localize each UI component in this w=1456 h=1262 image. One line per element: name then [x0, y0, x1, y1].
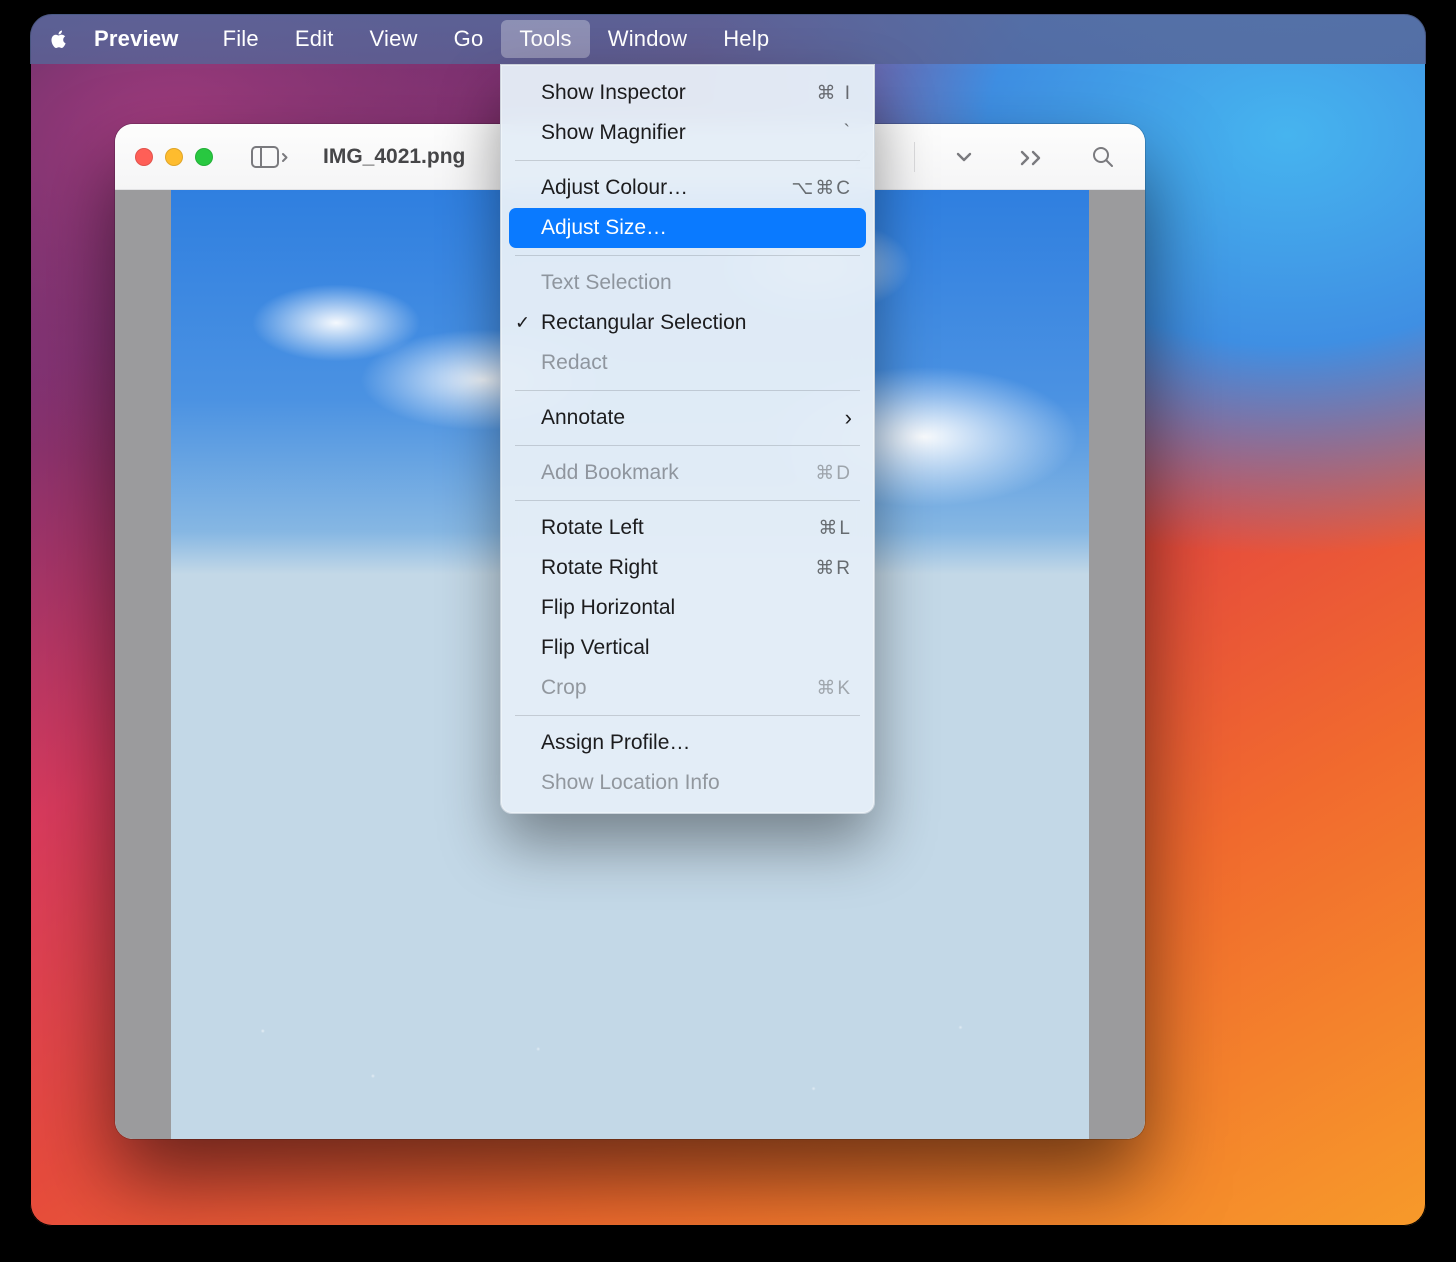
menu-item-label: Show Magnifier — [541, 121, 844, 145]
menu-item-rectangular-selection[interactable]: ✓ Rectangular Selection — [501, 303, 874, 343]
tools-dropdown-menu: Show Inspector ⌘ I Show Magnifier ` Adju… — [500, 64, 875, 814]
minimize-button[interactable] — [165, 148, 183, 166]
menu-item-shortcut: ⌘R — [815, 557, 852, 580]
menu-item-shortcut: ⌘L — [818, 517, 852, 540]
menu-item-rotate-right[interactable]: Rotate Right ⌘R — [501, 548, 874, 588]
menu-separator — [515, 255, 860, 256]
menu-item-label: Rectangular Selection — [541, 311, 852, 335]
menu-item-show-location-info: Show Location Info — [501, 763, 874, 803]
menu-separator — [515, 390, 860, 391]
search-button[interactable] — [1081, 138, 1125, 176]
menu-item-label: Text Selection — [541, 271, 852, 295]
menu-item-label: Redact — [541, 351, 852, 375]
desktop-wallpaper: Preview File Edit View Go Tools Window H… — [30, 14, 1426, 1226]
menu-item-label: Rotate Right — [541, 556, 815, 580]
menu-separator — [515, 715, 860, 716]
toolbar-chevron-down-icon[interactable] — [945, 138, 983, 176]
menu-item-shortcut: ⌘D — [815, 462, 852, 485]
menu-item-text-selection: Text Selection — [501, 263, 874, 303]
menu-item-label: Add Bookmark — [541, 461, 815, 485]
menu-separator — [515, 445, 860, 446]
menu-item-label: Show Inspector — [541, 81, 816, 105]
menu-item-label: Flip Vertical — [541, 636, 852, 660]
menu-item-redact: Redact — [501, 343, 874, 383]
menu-item-label: Adjust Colour… — [541, 176, 791, 200]
menu-item-label: Assign Profile… — [541, 731, 852, 755]
menubar-item-file[interactable]: File — [205, 20, 277, 58]
menubar-app-name[interactable]: Preview — [94, 26, 179, 52]
toolbar-overflow-button[interactable] — [1009, 138, 1055, 176]
menubar-item-edit[interactable]: Edit — [277, 20, 352, 58]
checkmark-icon: ✓ — [515, 313, 530, 334]
macos-menubar: Preview File Edit View Go Tools Window H… — [30, 14, 1426, 64]
menu-item-label: Adjust Size… — [541, 216, 852, 240]
menu-separator — [515, 160, 860, 161]
menu-item-label: Flip Horizontal — [541, 596, 852, 620]
menu-item-label: Rotate Left — [541, 516, 818, 540]
menu-item-add-bookmark: Add Bookmark ⌘D — [501, 453, 874, 493]
menu-item-crop: Crop ⌘K — [501, 668, 874, 708]
close-button[interactable] — [135, 148, 153, 166]
menu-item-annotate[interactable]: Annotate › — [501, 398, 874, 438]
window-title: IMG_4021.png — [323, 145, 465, 169]
menubar-item-view[interactable]: View — [352, 20, 436, 58]
menu-item-label: Annotate — [541, 406, 835, 430]
zoom-button[interactable] — [195, 148, 213, 166]
window-traffic-lights — [135, 148, 213, 166]
menu-separator — [515, 500, 860, 501]
menu-item-shortcut: ⌥⌘C — [791, 177, 852, 200]
menu-item-label: Crop — [541, 676, 816, 700]
menu-item-flip-vertical[interactable]: Flip Vertical — [501, 628, 874, 668]
menu-item-adjust-colour[interactable]: Adjust Colour… ⌥⌘C — [501, 168, 874, 208]
toolbar-divider — [914, 142, 915, 172]
apple-menu-icon[interactable] — [48, 28, 70, 50]
menu-item-show-magnifier[interactable]: Show Magnifier ` — [501, 113, 874, 153]
menu-item-shortcut: ⌘K — [816, 677, 852, 700]
menu-item-shortcut: ` — [844, 122, 852, 144]
menubar-item-tools[interactable]: Tools — [501, 20, 589, 58]
sidebar-toggle-button[interactable] — [241, 138, 299, 176]
menu-item-show-inspector[interactable]: Show Inspector ⌘ I — [501, 73, 874, 113]
menu-item-flip-horizontal[interactable]: Flip Horizontal — [501, 588, 874, 628]
submenu-chevron-icon: › — [845, 405, 852, 431]
menubar-item-help[interactable]: Help — [705, 20, 787, 58]
menu-item-adjust-size[interactable]: Adjust Size… — [509, 208, 866, 248]
menubar-item-window[interactable]: Window — [590, 20, 705, 58]
menu-item-rotate-left[interactable]: Rotate Left ⌘L — [501, 508, 874, 548]
menubar-item-go[interactable]: Go — [436, 20, 502, 58]
menu-item-shortcut: ⌘ I — [816, 82, 852, 105]
menu-item-assign-profile[interactable]: Assign Profile… — [501, 723, 874, 763]
menu-item-label: Show Location Info — [541, 771, 852, 795]
